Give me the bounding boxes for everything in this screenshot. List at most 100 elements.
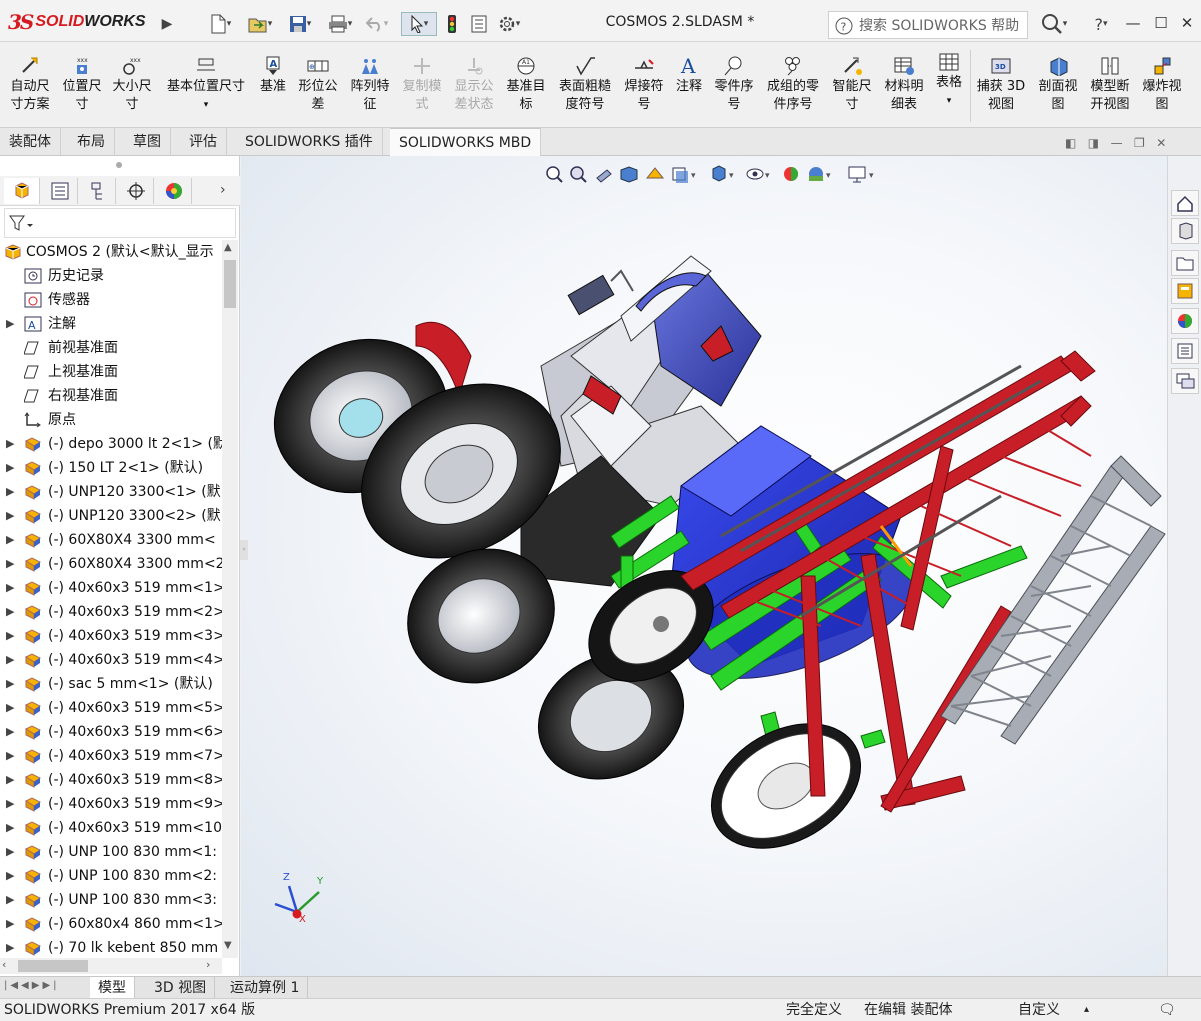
- show-tolerance-status-button[interactable]: 显示公 差状态: [448, 50, 500, 114]
- expand-arrow-icon[interactable]: ▶: [6, 480, 14, 504]
- expand-arrow-icon[interactable]: ▶: [6, 432, 14, 456]
- panel-splitter-handle[interactable]: ◦: [240, 540, 248, 560]
- tree-item[interactable]: ▶ (-) 40x60x3 519 mm<2>: [0, 600, 222, 624]
- scroll-thumb[interactable]: [224, 260, 236, 308]
- tree-item[interactable]: ▶ (-) UNP 100 830 mm<1:: [0, 840, 222, 864]
- tree-item[interactable]: ▶ (-) 40x60x3 519 mm<3>: [0, 624, 222, 648]
- select-cursor-icon[interactable]: ▾: [401, 12, 437, 36]
- new-document-icon[interactable]: ▾: [205, 12, 235, 36]
- expand-arrow-icon[interactable]: ▶: [6, 792, 14, 816]
- tree-item[interactable]: ▶ (-) 40x60x3 519 mm<4>: [0, 648, 222, 672]
- balloon-button[interactable]: 零件序号: [710, 50, 758, 114]
- surface-finish-button[interactable]: 表面粗糙 度符号: [554, 50, 616, 114]
- tree-item[interactable]: ▶ (-) 60X80X4 3300 mm<: [0, 528, 222, 552]
- tab-motion-study-1[interactable]: 运动算例 1: [222, 977, 309, 999]
- expand-arrow-icon[interactable]: ▶: [6, 600, 14, 624]
- smart-dimension-button[interactable]: 智能尺寸: [828, 50, 876, 114]
- tree-filter-input[interactable]: [4, 208, 236, 238]
- location-dimension-button[interactable]: xxx 位置尺寸: [58, 50, 106, 114]
- viewport-next-icon[interactable]: ◨: [1088, 136, 1099, 150]
- tree-item[interactable]: ▶ (-) UNP120 3300<2> (默: [0, 504, 222, 528]
- search-icon[interactable]: ▾: [1034, 12, 1074, 36]
- h-scroll-thumb[interactable]: [18, 960, 88, 972]
- tab-evaluate[interactable]: 评估: [180, 128, 227, 156]
- scroll-up-icon[interactable]: ▲: [224, 242, 232, 253]
- expand-arrow-icon[interactable]: ▶: [6, 768, 14, 792]
- tree-item[interactable]: ▶ (-) 150 LT 2<1> (默认): [0, 456, 222, 480]
- design-library-icon[interactable]: [1171, 218, 1199, 244]
- undo-icon[interactable]: ▾: [362, 12, 392, 36]
- graphics-area[interactable]: ▾ ▾ ▾ ▾ ▾ Z Y X ◧ ◨ — ❐ ✕: [241, 136, 1167, 976]
- expand-arrow-icon[interactable]: ▶: [6, 552, 14, 576]
- print-icon[interactable]: ▾: [325, 12, 355, 36]
- configuration-manager-tab[interactable]: [80, 178, 116, 204]
- tree-item[interactable]: ▶ (-) 60X80X4 3300 mm<2: [0, 552, 222, 576]
- section-view-button[interactable]: 剖面视图: [1034, 50, 1082, 114]
- file-explorer-icon[interactable]: [1171, 250, 1199, 276]
- open-file-icon[interactable]: ▾: [245, 12, 275, 36]
- expand-arrow-icon[interactable]: ▶: [6, 672, 14, 696]
- bill-of-materials-button[interactable]: 材料明 细表: [880, 50, 928, 114]
- tree-root-assembly[interactable]: COSMOS 2 (默认<默认_显示: [0, 240, 222, 264]
- display-manager-tab[interactable]: [156, 178, 192, 204]
- pattern-feature-button[interactable]: 阵列特征: [346, 50, 394, 114]
- tab-model[interactable]: 模型: [90, 977, 135, 999]
- tree-item[interactable]: ▶ (-) 40x60x3 519 mm<7>: [0, 744, 222, 768]
- datum-target-button[interactable]: A1 基准目标: [502, 50, 550, 114]
- expand-arrow-icon[interactable]: ▶: [6, 696, 14, 720]
- expand-arrow-icon[interactable]: ▶: [6, 864, 14, 888]
- solidworks-resources-home-icon[interactable]: [1171, 190, 1199, 216]
- expand-arrow-icon[interactable]: ▶: [6, 888, 14, 912]
- scroll-right-icon[interactable]: ›: [206, 958, 210, 971]
- tree-item[interactable]: 前视基准面: [0, 336, 222, 360]
- panel-tabs-more-icon[interactable]: ›: [220, 182, 226, 198]
- tab-3d-views[interactable]: 3D 视图: [146, 977, 216, 999]
- capture-3d-view-button[interactable]: 3D 捕获 3D 视图: [974, 50, 1028, 114]
- viewport-minimize-icon[interactable]: —: [1111, 136, 1123, 150]
- tree-item[interactable]: ▶ (-) 60x80x4 860 mm<1>: [0, 912, 222, 936]
- tree-item[interactable]: ▶ (-) 70 lk kebent 850 mm: [0, 936, 222, 958]
- tab-sketch[interactable]: 草图: [124, 128, 171, 156]
- tree-item[interactable]: ▶ (-) 40x60x3 519 mm<1>: [0, 576, 222, 600]
- status-message-icon[interactable]: 🗨: [1158, 999, 1176, 1021]
- scroll-left-icon[interactable]: ‹: [2, 958, 6, 971]
- options-gear-icon[interactable]: ▾: [494, 12, 524, 36]
- exploded-view-button[interactable]: 爆炸视图: [1138, 50, 1186, 114]
- tree-item[interactable]: 原点: [0, 408, 222, 432]
- tab-layout[interactable]: 布局: [68, 128, 115, 156]
- table-button[interactable]: 表格 ▾: [932, 50, 966, 110]
- expand-arrow-icon[interactable]: ▶: [6, 576, 14, 600]
- expand-arrow-icon[interactable]: ▶: [6, 312, 14, 336]
- solidworks-logo[interactable]: 3S SOLIDWORKS: [8, 8, 158, 36]
- auto-dimension-scheme-button[interactable]: 自动尺 寸方案: [4, 50, 56, 114]
- panel-grip-icon[interactable]: [116, 162, 122, 168]
- viewport-prev-icon[interactable]: ◧: [1065, 136, 1076, 150]
- save-icon[interactable]: ▾: [285, 12, 315, 36]
- close-icon[interactable]: ✕: [1174, 12, 1200, 34]
- units-dropdown-icon[interactable]: ▴: [1084, 999, 1089, 1021]
- expand-arrow-icon[interactable]: ▶: [6, 456, 14, 480]
- viewport-close-icon[interactable]: ✕: [1156, 136, 1166, 150]
- tree-item[interactable]: ▶ (-) depo 3000 lt 2<1> (默: [0, 432, 222, 456]
- tab-assembly[interactable]: 装配体: [0, 128, 61, 156]
- menu-expand-arrow-icon[interactable]: ▶: [160, 12, 174, 36]
- weld-symbol-button[interactable]: 焊接符号: [620, 50, 668, 114]
- expand-arrow-icon[interactable]: ▶: [6, 816, 14, 840]
- expand-arrow-icon[interactable]: ▶: [6, 720, 14, 744]
- tree-item[interactable]: ▶ (-) UNP 100 830 mm<3:: [0, 888, 222, 912]
- expand-arrow-icon[interactable]: ▶: [6, 840, 14, 864]
- tree-horizontal-scrollbar[interactable]: ‹ ›: [0, 958, 222, 974]
- expand-arrow-icon[interactable]: ▶: [6, 744, 14, 768]
- tree-item[interactable]: ▶ (-) 40x60x3 519 mm<5>: [0, 696, 222, 720]
- stacked-balloon-button[interactable]: 成组的零 件序号: [762, 50, 824, 114]
- expand-arrow-icon[interactable]: ▶: [6, 648, 14, 672]
- property-manager-tab[interactable]: [42, 178, 78, 204]
- help-search-input[interactable]: ? 搜索 SOLIDWORKS 帮助: [828, 11, 1028, 39]
- help-menu-button[interactable]: ? ▾: [1086, 12, 1116, 36]
- tree-item[interactable]: ▶ (-) 40x60x3 519 mm<8>: [0, 768, 222, 792]
- geometric-tolerance-button[interactable]: ⊕ 形位公差: [296, 50, 340, 114]
- dimxpert-manager-tab[interactable]: [118, 178, 154, 204]
- tree-item[interactable]: 传感器: [0, 288, 222, 312]
- expand-arrow-icon[interactable]: ▶: [6, 624, 14, 648]
- expand-arrow-icon[interactable]: ▶: [6, 912, 14, 936]
